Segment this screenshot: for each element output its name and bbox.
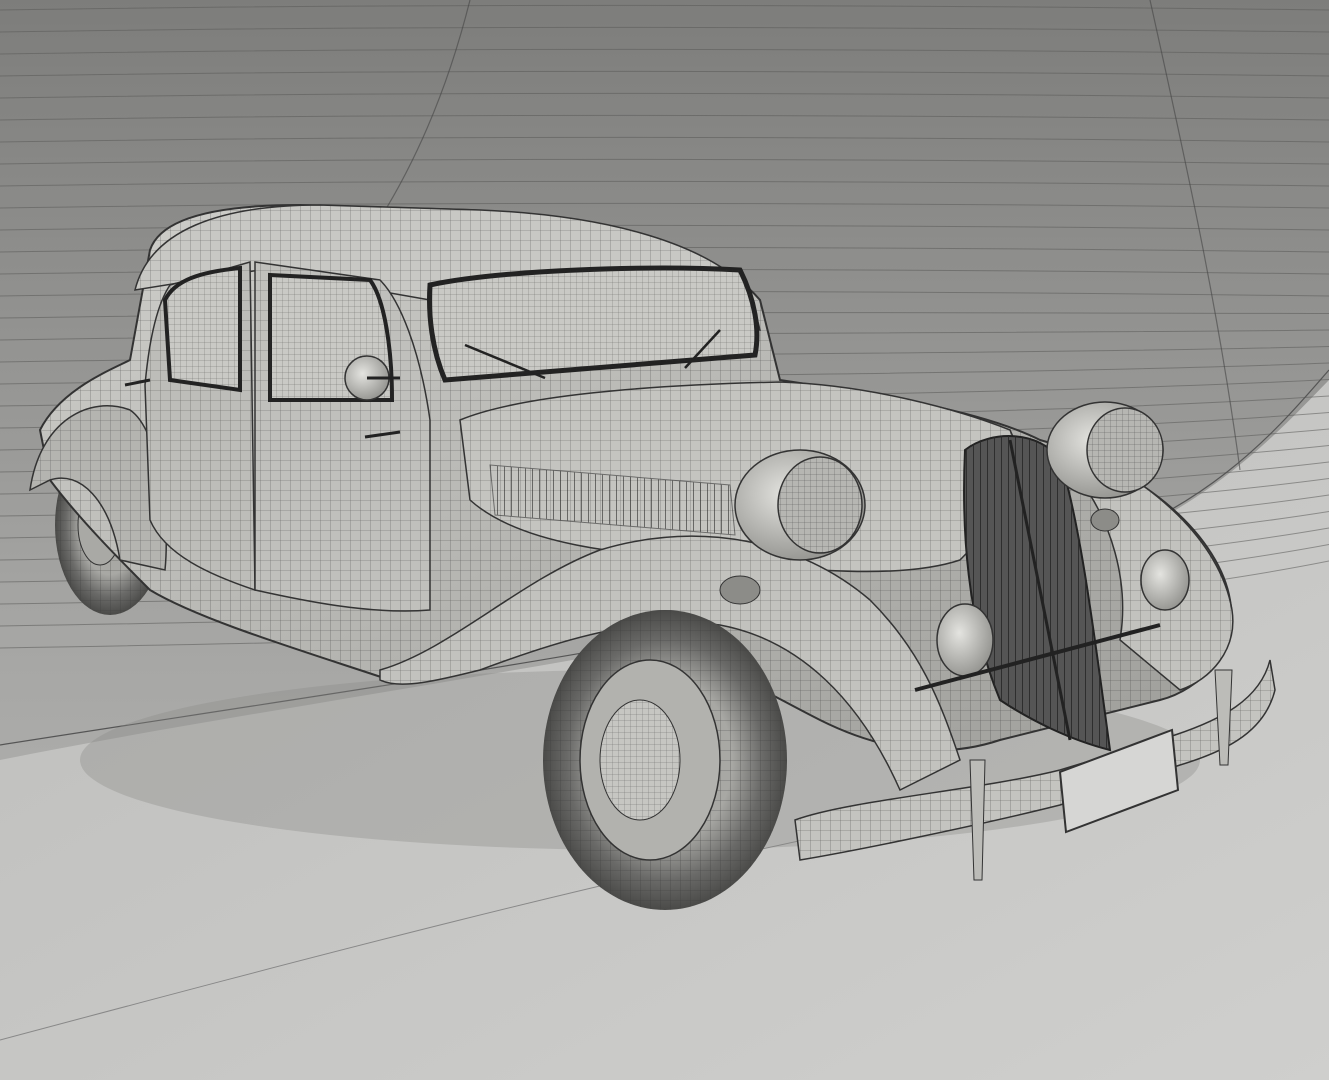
front-wheel bbox=[543, 610, 787, 910]
car-render bbox=[0, 0, 1329, 1080]
render-viewport bbox=[0, 0, 1329, 1080]
